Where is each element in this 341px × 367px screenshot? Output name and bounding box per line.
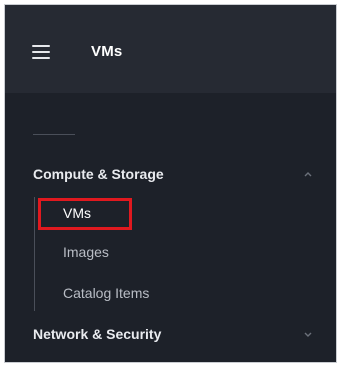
page-title: VMs	[91, 43, 123, 60]
divider	[33, 134, 75, 135]
menu-bar-line	[32, 45, 50, 47]
nav-header	[5, 5, 336, 93]
section-compute-storage[interactable]: Compute & Storage	[33, 163, 323, 187]
section-tree-line	[34, 197, 35, 311]
menu-bar-line	[32, 57, 50, 59]
sidebar-item-images[interactable]: Images	[63, 244, 109, 266]
section-label: Network & Security	[33, 326, 162, 342]
sidebar-item-vms[interactable]: VMs	[63, 205, 91, 227]
menu-bar-line	[32, 51, 50, 53]
sidebar-item-catalog-items[interactable]: Catalog Items	[63, 285, 149, 307]
section-network-security[interactable]: Network & Security	[33, 323, 323, 347]
chevron-up-icon	[304, 172, 312, 177]
section-label: Compute & Storage	[33, 166, 164, 182]
chevron-down-icon	[304, 332, 312, 337]
side-navigation-panel: VMs Compute & Storage VMs Images Catalog…	[4, 4, 337, 363]
hamburger-menu-icon[interactable]	[32, 45, 50, 59]
